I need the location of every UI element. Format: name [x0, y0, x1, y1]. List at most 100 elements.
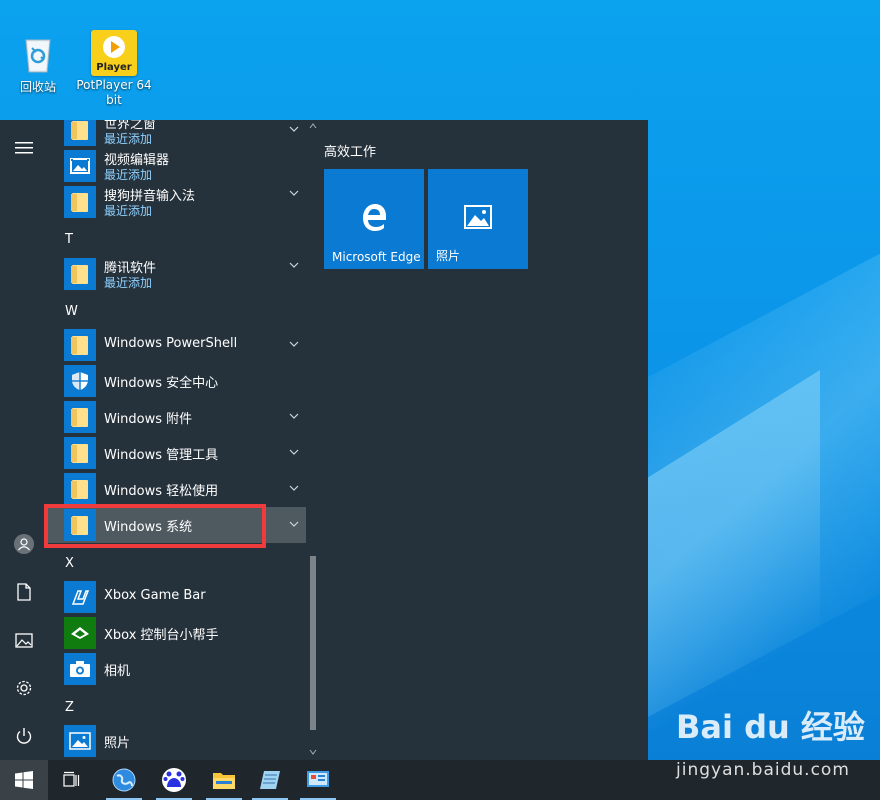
power-icon	[16, 728, 32, 744]
user-avatar-icon	[14, 534, 34, 554]
potplayer-icon: Player	[91, 30, 137, 76]
control-panel-icon	[307, 771, 329, 787]
taskbar-browser[interactable]	[100, 760, 148, 800]
app-name: Windows 系统	[104, 520, 193, 535]
app-name: 照片	[104, 736, 131, 751]
chevron-down-icon[interactable]	[288, 259, 300, 271]
app-name: Xbox 控制台小帮手	[104, 628, 219, 643]
edge-icon	[363, 204, 386, 231]
section-header-x[interactable]: X	[65, 556, 74, 571]
app-name: Windows 安全中心	[104, 376, 219, 391]
photos-icon	[64, 725, 96, 757]
user-account-button[interactable]	[0, 524, 48, 564]
file-explorer-icon	[213, 773, 235, 789]
tile-label: Microsoft Edge	[332, 250, 421, 264]
taskbar	[0, 760, 880, 800]
list-item-video-editor[interactable]: 视频编辑器 最近添加	[48, 148, 306, 184]
tile-microsoft-edge[interactable]: Microsoft Edge	[324, 169, 424, 269]
app-name: Xbox Game Bar	[104, 588, 206, 603]
taskbar-file-explorer[interactable]	[200, 760, 248, 800]
settings-gear-icon	[16, 680, 32, 696]
chevron-down-icon[interactable]	[288, 410, 300, 422]
shield-icon	[64, 365, 96, 397]
tile-label: 照片	[436, 249, 461, 263]
camera-icon	[64, 653, 96, 685]
list-item-world-window[interactable]: 世界之窗 最近添加	[48, 120, 306, 148]
scrollbar-thumb[interactable]	[310, 556, 316, 730]
pictures-icon	[15, 632, 33, 648]
list-item-windows-system[interactable]: Windows 系统	[48, 507, 306, 543]
windows-start-icon	[15, 771, 33, 789]
list-item-xbox-game-bar[interactable]: Xbox Game Bar	[48, 579, 306, 615]
video-editor-icon	[64, 150, 96, 182]
tile-photos[interactable]: 照片	[428, 169, 528, 269]
folder-icon	[71, 443, 88, 463]
recently-added-label: 最近添加	[104, 132, 153, 146]
documents-icon	[17, 583, 31, 601]
list-item-windows-security[interactable]: Windows 安全中心	[48, 363, 306, 399]
app-name: 相机	[104, 664, 131, 679]
desktop-icon-label: PotPlayer 64 bit	[76, 78, 152, 107]
chevron-down-icon[interactable]	[288, 518, 300, 530]
xbox-console-icon	[64, 617, 96, 649]
list-item-photos[interactable]: 照片	[48, 723, 306, 759]
folder-icon	[71, 120, 88, 140]
list-item-windows-powershell[interactable]: Windows PowerShell	[48, 327, 306, 363]
folder-icon	[71, 335, 88, 355]
app-list: 世界之窗 最近添加 视频编辑器 最近添加 搜狗拼音输入法 最近添加 T 腾讯软件…	[48, 120, 306, 760]
task-view-button[interactable]	[48, 760, 96, 800]
taskbar-baidu[interactable]	[150, 760, 198, 800]
app-name: Windows PowerShell	[104, 336, 238, 351]
pinned-tiles-area: 高效工作 Microsoft Edge 照片	[324, 120, 648, 760]
app-name: Windows 附件	[104, 412, 193, 427]
folder-icon	[71, 515, 88, 535]
scroll-up-arrow-icon[interactable]	[309, 122, 317, 130]
notepad-icon	[260, 771, 280, 789]
recently-added-label: 最近添加	[104, 204, 153, 218]
folder-icon	[71, 479, 88, 499]
app-list-scrollbar[interactable]	[306, 120, 320, 760]
list-item-xbox-console-companion[interactable]: Xbox 控制台小帮手	[48, 615, 306, 651]
list-item-camera[interactable]: 相机	[48, 651, 306, 687]
tile-group-title[interactable]: 高效工作	[324, 141, 376, 160]
hamburger-menu-button[interactable]	[0, 128, 48, 168]
start-menu-rail	[0, 120, 48, 760]
taskbar-notepad[interactable]	[246, 760, 294, 800]
app-name: Windows 管理工具	[104, 448, 219, 463]
list-item-windows-admin-tools[interactable]: Windows 管理工具	[48, 435, 306, 471]
hamburger-menu-icon	[15, 142, 33, 154]
recently-added-label: 最近添加	[104, 276, 153, 290]
chevron-down-icon[interactable]	[288, 482, 300, 494]
section-header-z[interactable]: Z	[65, 700, 74, 715]
taskbar-control-panel[interactable]	[294, 760, 342, 800]
recycle-bin-icon	[16, 32, 60, 76]
list-item-windows-accessories[interactable]: Windows 附件	[48, 399, 306, 435]
folder-icon	[71, 407, 88, 427]
pictures-button[interactable]	[0, 620, 48, 660]
chevron-down-icon[interactable]	[288, 123, 300, 135]
chevron-down-icon[interactable]	[288, 338, 300, 350]
recently-added-label: 最近添加	[104, 168, 153, 182]
section-header-t[interactable]: T	[65, 232, 73, 247]
folder-icon	[71, 192, 88, 212]
browser-globe-icon	[112, 768, 136, 792]
section-header-w[interactable]: W	[65, 304, 78, 319]
xbox-game-bar-icon	[64, 581, 96, 613]
task-view-icon	[63, 771, 80, 787]
baidu-icon	[162, 768, 186, 792]
settings-button[interactable]	[0, 668, 48, 708]
start-button[interactable]	[0, 760, 48, 800]
chevron-down-icon[interactable]	[288, 446, 300, 458]
list-item-tencent-software[interactable]: 腾讯软件 最近添加	[48, 256, 306, 292]
start-menu: 世界之窗 最近添加 视频编辑器 最近添加 搜狗拼音输入法 最近添加 T 腾讯软件…	[0, 120, 648, 760]
scroll-down-arrow-icon[interactable]	[309, 748, 317, 756]
list-item-sogou-pinyin[interactable]: 搜狗拼音输入法 最近添加	[48, 184, 306, 220]
documents-button[interactable]	[0, 572, 48, 612]
app-name: Windows 轻松使用	[104, 484, 219, 499]
power-button[interactable]	[0, 716, 48, 756]
desktop-icon-recycle-bin[interactable]: 回收站	[0, 32, 76, 95]
folder-icon	[71, 264, 88, 284]
chevron-down-icon[interactable]	[288, 187, 300, 199]
desktop-icon-potplayer[interactable]: Player PotPlayer 64 bit	[76, 30, 152, 108]
list-item-windows-ease-of-access[interactable]: Windows 轻松使用	[48, 471, 306, 507]
